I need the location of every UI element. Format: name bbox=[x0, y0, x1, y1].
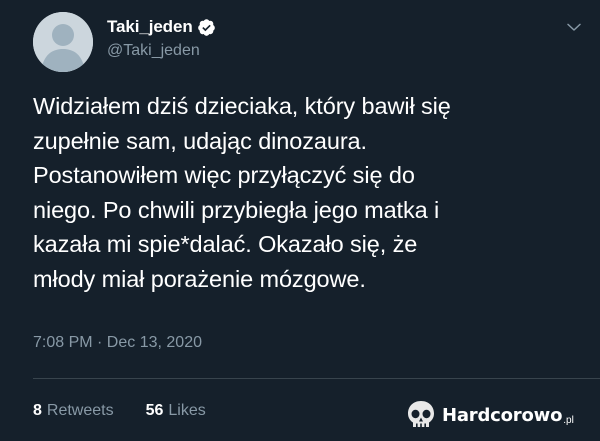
user-handle[interactable]: @Taki_jeden bbox=[107, 42, 216, 60]
name-row: Taki_jeden bbox=[107, 16, 216, 38]
default-avatar-icon bbox=[33, 12, 93, 72]
skull-icon bbox=[408, 401, 434, 427]
likes-count: 56 bbox=[145, 402, 164, 419]
likes-label: Likes bbox=[168, 402, 206, 419]
verified-badge-icon bbox=[197, 18, 215, 36]
retweets-label: Retweets bbox=[46, 402, 114, 419]
avatar[interactable] bbox=[33, 12, 93, 72]
tweet-card: Taki_jeden @Taki_jeden Widziałem dziś dz… bbox=[0, 0, 600, 441]
display-name[interactable]: Taki_jeden bbox=[107, 17, 193, 37]
tweet-stats: 8 Retweets 56 Likes bbox=[33, 402, 206, 420]
retweets-count: 8 bbox=[33, 402, 42, 419]
retweets-stat[interactable]: 8 Retweets bbox=[33, 402, 114, 420]
watermark: Hardcorowo .pl bbox=[404, 398, 574, 432]
chevron-down-icon[interactable] bbox=[565, 18, 583, 36]
tweet-text: Widziałem dziś dzieciaka, który bawił si… bbox=[33, 93, 451, 292]
divider bbox=[33, 378, 600, 379]
user-info: Taki_jeden @Taki_jeden bbox=[107, 16, 216, 60]
likes-stat[interactable]: 56 Likes bbox=[146, 402, 206, 420]
tweet-timestamp[interactable]: 7:08 PM · Dec 13, 2020 bbox=[33, 334, 202, 352]
watermark-brand: Hardcorowo bbox=[442, 404, 563, 426]
watermark-tld: .pl bbox=[563, 415, 574, 426]
